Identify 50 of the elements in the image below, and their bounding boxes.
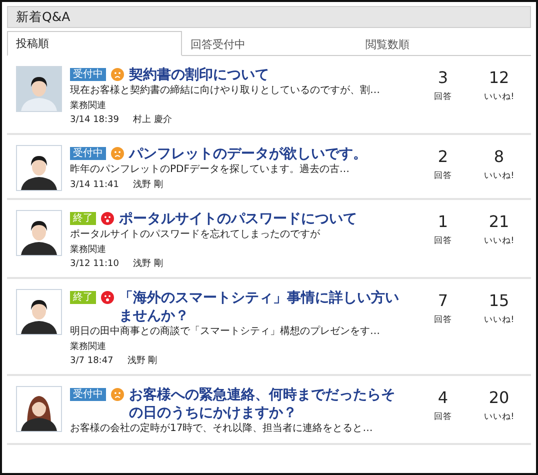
sort-tab[interactable]: 回答受付中 <box>182 31 356 56</box>
sort-tab[interactable]: 投稿順 <box>7 31 182 56</box>
category-label: 業務関連 <box>70 244 107 256</box>
sort-tab[interactable]: 閲覧数順 <box>356 31 532 56</box>
status-badge: 終了 <box>70 212 96 225</box>
post-date: 3/14 11:41 <box>70 179 120 191</box>
post-date: 3/12 11:10 <box>70 258 120 270</box>
panel-title: 新着Q&A <box>7 6 531 28</box>
answer-label: 回答 <box>434 411 452 423</box>
question-title-link[interactable]: お客様への緊急連絡、何時までだったらその日のうちにかけますか？ <box>129 386 407 422</box>
question-title-link[interactable]: パンフレットのデータが欲しいです。 <box>129 145 407 163</box>
answer-label: 回答 <box>434 170 452 182</box>
question-title-link[interactable]: 「海外のスマートシティ」事情に詳しい方いませんか？ <box>119 289 407 325</box>
question-title-link[interactable]: ポータルサイトのパスワードについて <box>119 210 407 228</box>
answer-label: 回答 <box>434 91 452 103</box>
category-label: 業務関連 <box>70 341 107 353</box>
like-count: 15 <box>488 291 510 311</box>
answer-count: 4 <box>438 388 448 408</box>
question-snippet: ポータルサイトのパスワードを忘れてしまったのですが <box>70 228 321 242</box>
answer-count: 3 <box>438 68 448 88</box>
question-snippet: 明日の田中商事との商談で「スマートシティ」構想のプレゼンをす… <box>70 325 381 339</box>
status-badge: 終了 <box>70 291 96 304</box>
like-count: 8 <box>494 147 504 167</box>
question-snippet: お客様の会社の定時が17時で、それ以降、担当者に連絡をとると… <box>70 422 374 436</box>
status-badge: 受付中 <box>70 388 106 401</box>
status-badge: 受付中 <box>70 68 106 81</box>
question-snippet: 昨年のパンフレットのPDFデータを探しています。過去の古… <box>70 163 350 177</box>
answer-label: 回答 <box>434 314 452 326</box>
answer-label: 回答 <box>434 235 452 247</box>
author-name: 浅野 剛 <box>133 258 163 270</box>
question-title-link[interactable]: 契約書の割印について <box>129 66 407 84</box>
like-label: いいね! <box>484 411 514 423</box>
category-label: 業務関連 <box>70 100 107 112</box>
question-snippet: 現在お客様と契約書の締結に向けやり取りとしているのですが、割… <box>70 84 381 98</box>
post-date: 3/14 18:39 <box>70 114 120 126</box>
post-date: 3/7 18:47 <box>70 355 114 367</box>
author-name: 浅野 剛 <box>127 355 158 367</box>
answer-count: 1 <box>438 212 448 232</box>
like-label: いいね! <box>484 91 514 103</box>
answer-count: 2 <box>438 147 448 167</box>
like-label: いいね! <box>484 314 514 326</box>
like-label: いいね! <box>484 170 514 182</box>
answer-count: 7 <box>438 291 448 311</box>
like-label: いいね! <box>484 235 514 247</box>
like-count: 12 <box>488 68 510 88</box>
status-badge: 受付中 <box>70 147 106 160</box>
author-name: 村上 慶介 <box>133 114 172 126</box>
like-count: 21 <box>488 212 510 232</box>
author-name: 浅野 剛 <box>133 179 163 191</box>
like-count: 20 <box>488 388 510 408</box>
